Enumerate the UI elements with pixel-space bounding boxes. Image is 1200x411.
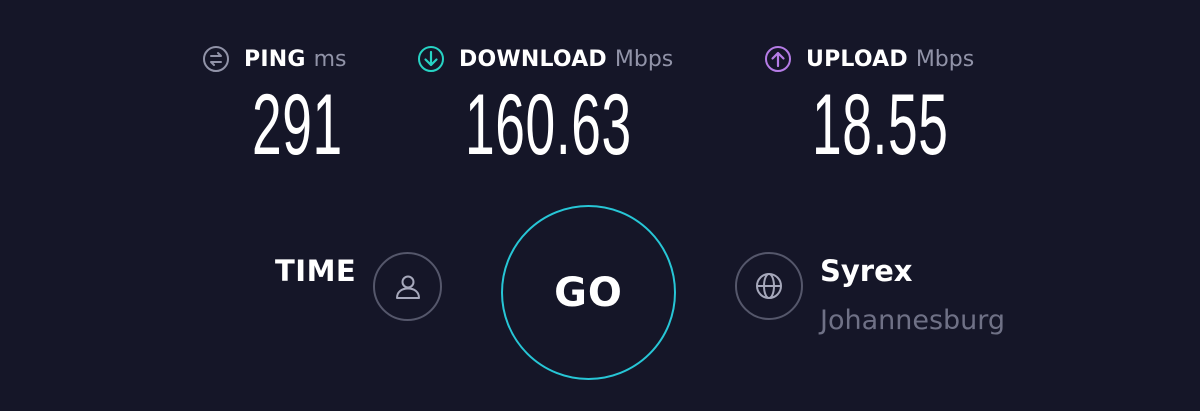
download-label: DOWNLOAD bbox=[459, 46, 607, 72]
time-label: TIME bbox=[275, 254, 357, 288]
change-server-button[interactable] bbox=[735, 252, 803, 320]
ping-header: PING ms bbox=[202, 44, 347, 74]
download-arrow-icon bbox=[417, 45, 445, 73]
server-name[interactable]: Syrex bbox=[820, 254, 912, 288]
download-value: 160.63 bbox=[465, 77, 632, 173]
download-unit: Mbps bbox=[614, 46, 674, 72]
upload-metric: UPLOAD Mbps 18.55 bbox=[764, 44, 974, 168]
server-location: Johannesburg bbox=[820, 305, 1006, 336]
change-provider-button[interactable] bbox=[373, 252, 442, 321]
download-header: DOWNLOAD Mbps bbox=[417, 44, 673, 74]
go-button[interactable]: GO bbox=[501, 205, 676, 380]
globe-icon bbox=[756, 273, 782, 299]
upload-value: 18.55 bbox=[812, 77, 949, 173]
download-metric: DOWNLOAD Mbps 160.63 bbox=[417, 44, 673, 168]
user-icon bbox=[395, 275, 420, 299]
ping-unit: ms bbox=[313, 46, 347, 72]
ping-icon bbox=[202, 45, 230, 73]
upload-label: UPLOAD bbox=[806, 46, 908, 72]
ping-metric: PING ms 291 bbox=[202, 44, 347, 168]
upload-unit: Mbps bbox=[915, 46, 975, 72]
ping-label: PING bbox=[244, 46, 306, 72]
ping-value: 291 bbox=[252, 77, 343, 173]
upload-header: UPLOAD Mbps bbox=[764, 44, 974, 74]
upload-arrow-icon bbox=[764, 45, 792, 73]
speedtest-panel: PING ms 291 DOWNLOAD Mbps 160.63 UPLOAD … bbox=[0, 0, 1200, 411]
